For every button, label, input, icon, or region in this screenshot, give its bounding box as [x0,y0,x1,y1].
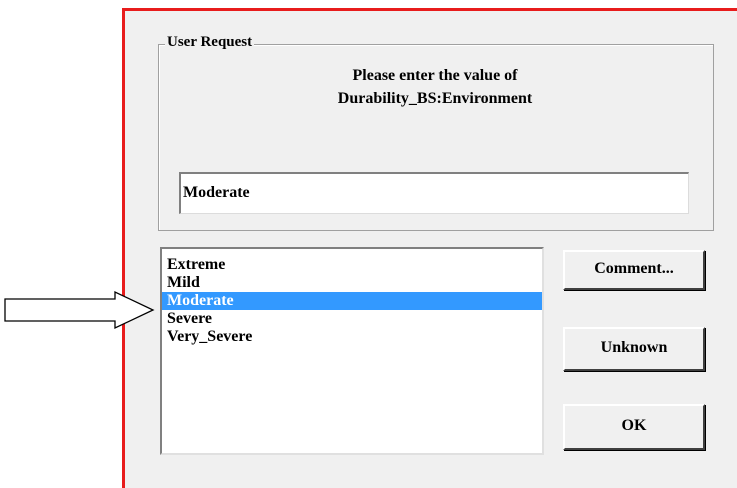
right-arrow-outline-icon [4,290,155,330]
list-item-very-severe[interactable]: Very_Severe [162,328,542,346]
list-item-moderate-selected[interactable]: Moderate [162,292,542,310]
list-item-severe[interactable]: Severe [162,310,542,328]
group-title: User Request [165,33,255,51]
value-input[interactable]: Moderate [179,172,689,214]
unknown-button[interactable]: Unknown [563,327,705,371]
prompt-line-1: Please enter the value of [352,67,518,84]
prompt-text: Please enter the value of Durability_BS:… [270,64,600,110]
options-list: Extreme Mild Moderate Severe Very_Severe [162,249,542,346]
prompt-line-2: Durability_BS:Environment [337,90,533,107]
list-item-extreme[interactable]: Extreme [162,256,542,274]
ok-button[interactable]: OK [563,404,705,450]
comment-button[interactable]: Comment... [563,250,705,290]
options-listbox[interactable]: Extreme Mild Moderate Severe Very_Severe [160,247,544,455]
list-item-mild[interactable]: Mild [162,274,542,292]
